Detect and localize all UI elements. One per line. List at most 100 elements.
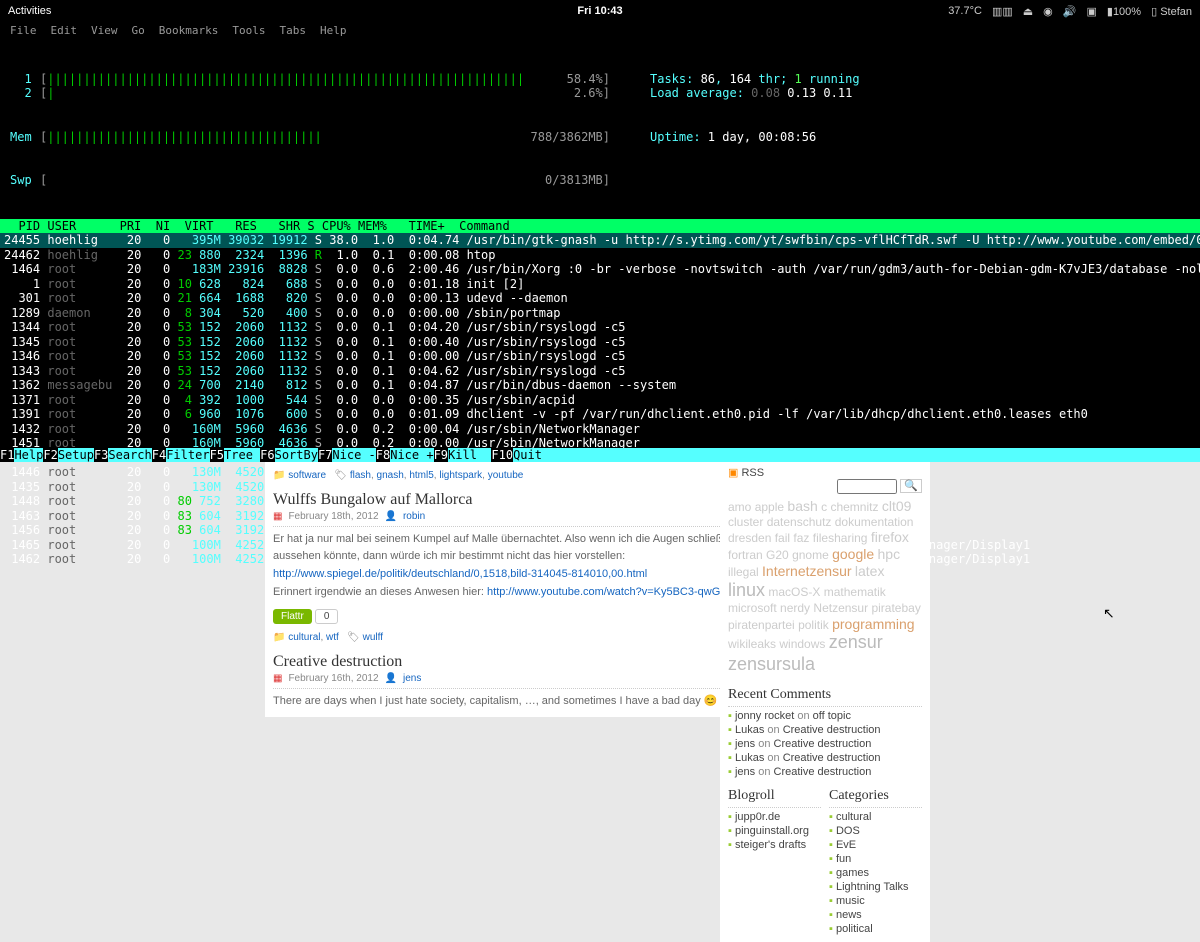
post-author[interactable]: robin — [403, 511, 425, 522]
comment-post-link[interactable]: off topic — [813, 710, 851, 722]
tag-cloud-item[interactable]: politik — [798, 618, 829, 632]
process-row[interactable]: 1432 root 20 0 160M 5960 4636 S 0.0 0.2 … — [0, 422, 1200, 437]
menu-view[interactable]: View — [91, 24, 118, 39]
eject-icon[interactable]: ⏏ — [1023, 5, 1033, 18]
menu-bookmarks[interactable]: Bookmarks — [159, 24, 219, 39]
tag-link[interactable]: wulff — [363, 632, 383, 643]
process-row[interactable]: 301 root 20 0 21 664 1688 820 S 0.0 0.0 … — [0, 291, 1200, 306]
process-row[interactable]: 1 root 20 0 10 628 824 688 S 0.0 0.0 0:0… — [0, 277, 1200, 292]
htop-column-header[interactable]: PID USER PRI NI VIRT RES SHR S CPU% MEM%… — [0, 219, 1200, 234]
tag-cloud-item[interactable]: c — [821, 500, 827, 514]
temperature-indicator[interactable]: 37.7°C — [948, 5, 982, 17]
flattr-button[interactable]: Flattr — [273, 609, 312, 624]
category-link[interactable]: Lightning Talks — [836, 881, 909, 893]
rss-icon[interactable]: ▣ — [728, 467, 738, 479]
external-link[interactable]: http://www.spiegel.de/politik/deutschlan… — [273, 568, 647, 580]
user-menu[interactable]: ▯ Stefan — [1151, 5, 1192, 18]
tag-cloud-item[interactable]: cluster — [728, 515, 763, 529]
tag-cloud-item[interactable]: gnome — [792, 548, 829, 562]
menu-edit[interactable]: Edit — [51, 24, 78, 39]
category-link[interactable]: cultural — [836, 811, 871, 823]
tag-cloud-item[interactable]: dresden — [728, 531, 771, 545]
tag-cloud-item[interactable]: Netzensur — [813, 601, 868, 615]
process-row[interactable]: 1391 root 20 0 6 960 1076 600 S 0.0 0.0 … — [0, 407, 1200, 422]
comment-post-link[interactable]: Creative destruction — [774, 766, 872, 778]
tag-cloud-item[interactable]: zensursula — [728, 654, 815, 674]
category-link[interactable]: music — [836, 895, 865, 907]
comment-post-link[interactable]: Creative destruction — [774, 738, 872, 750]
tag-cloud-item[interactable]: bash — [787, 498, 817, 514]
tag-cloud-item[interactable]: windows — [779, 637, 825, 651]
tag-cloud-item[interactable]: illegal — [728, 565, 759, 579]
process-row[interactable]: 1371 root 20 0 4 392 1000 544 S 0.0 0.0 … — [0, 393, 1200, 408]
tag-cloud-item[interactable]: datenschutz — [767, 515, 832, 529]
tag-cloud-item[interactable]: fail — [775, 531, 790, 545]
tag-cloud-item[interactable]: google — [832, 546, 874, 562]
external-link[interactable]: http://www.youtube.com/watch?v=Ky5BC3-qw… — [487, 586, 729, 598]
volume-icon[interactable]: 🔊 — [1063, 5, 1077, 18]
tag-link[interactable]: cultural — [288, 632, 320, 643]
process-row[interactable]: 1464 root 20 0 183M 23916 8828 S 0.0 0.6… — [0, 262, 1200, 277]
category-link[interactable]: fun — [836, 853, 851, 865]
terminal-window[interactable]: FileEditViewGoBookmarksToolsTabsHelp 1[|… — [0, 22, 1200, 462]
accessibility-icon[interactable]: ◉ — [1043, 5, 1053, 18]
menu-tools[interactable]: Tools — [232, 24, 265, 39]
tag-cloud-item[interactable]: programming — [832, 616, 914, 632]
category-link[interactable]: games — [836, 867, 869, 879]
search-icon[interactable]: 🔍 — [900, 479, 922, 493]
process-row[interactable]: 24462 hoehlig 20 0 23 880 2324 1396 R 1.… — [0, 248, 1200, 263]
process-row[interactable]: 1289 daemon 20 0 8 304 520 400 S 0.0 0.0… — [0, 306, 1200, 321]
process-row[interactable]: 1345 root 20 0 53 152 2060 1132 S 0.0 0.… — [0, 335, 1200, 350]
tag-cloud-item[interactable]: chemnitz — [830, 500, 878, 514]
blogroll-link[interactable]: jupp0r.de — [735, 811, 780, 823]
tag-cloud-item[interactable]: dokumentation — [835, 515, 914, 529]
tag-cloud-item[interactable]: fortran — [728, 548, 763, 562]
folder-link[interactable]: software — [288, 470, 326, 481]
network-icon[interactable]: ▣ — [1086, 5, 1096, 18]
tag-cloud-item[interactable]: faz — [793, 531, 809, 545]
tag-cloud-item[interactable]: piratebay — [871, 601, 920, 615]
terminal-menubar[interactable]: File Edit View Go Bookmarks Tools Tabs Help — [0, 22, 1200, 41]
post-author[interactable]: jens — [403, 673, 421, 684]
tag-cloud-item[interactable]: filesharing — [813, 531, 868, 545]
process-row[interactable]: 1344 root 20 0 53 152 2060 1132 S 0.0 0.… — [0, 320, 1200, 335]
htop-fkeys[interactable]: F1HelpF2SetupF3SearchF4FilterF5Tree F6So… — [0, 448, 1200, 463]
tag-cloud-item[interactable]: mathematik — [824, 585, 886, 599]
menu-tabs[interactable]: Tabs — [279, 24, 306, 39]
process-row[interactable]: 1346 root 20 0 53 152 2060 1132 S 0.0 0.… — [0, 349, 1200, 364]
tag-cloud-item[interactable]: macOS-X — [768, 585, 820, 599]
category-link[interactable]: political — [836, 923, 873, 935]
tag-cloud-item[interactable]: hpc — [878, 546, 901, 562]
tag-link[interactable]: lightspark — [439, 470, 482, 481]
tag-cloud-item[interactable]: nerdy — [780, 601, 810, 615]
tag-cloud-item[interactable]: zensur — [829, 632, 883, 652]
tag-cloud-item[interactable]: apple — [755, 500, 784, 514]
battery-indicator[interactable]: ▮100% — [1107, 5, 1141, 18]
tag-link[interactable]: gnash — [377, 470, 404, 481]
blogroll-link[interactable]: steiger's drafts — [735, 839, 806, 851]
tag-link[interactable]: flash — [350, 470, 371, 481]
tag-link[interactable]: html5 — [409, 470, 433, 481]
menu-go[interactable]: Go — [132, 24, 145, 39]
disk-icon[interactable]: ▥▥ — [992, 5, 1013, 18]
menu-help[interactable]: Help — [320, 24, 347, 39]
search-input[interactable] — [837, 479, 897, 494]
tag-cloud-item[interactable]: microsoft — [728, 601, 777, 615]
process-row[interactable]: 1343 root 20 0 53 152 2060 1132 S 0.0 0.… — [0, 364, 1200, 379]
comment-post-link[interactable]: Creative destruction — [783, 724, 881, 736]
category-link[interactable]: EvE — [836, 839, 856, 851]
tag-cloud-item[interactable]: Internetzensur — [762, 563, 852, 579]
comment-post-link[interactable]: Creative destruction — [783, 752, 881, 764]
menu-file[interactable]: File — [10, 24, 37, 39]
tag-link[interactable]: youtube — [488, 470, 524, 481]
tag-cloud-item[interactable]: amo — [728, 500, 751, 514]
tag-cloud-item[interactable]: wikileaks — [728, 637, 776, 651]
tag-cloud-item[interactable]: linux — [728, 580, 765, 600]
activities-button[interactable]: Activities — [8, 5, 51, 17]
category-link[interactable]: news — [836, 909, 862, 921]
process-row[interactable]: 24455 hoehlig 20 0 395M 39032 19912 S 38… — [0, 233, 1200, 248]
tag-cloud-item[interactable]: G20 — [766, 548, 789, 562]
category-link[interactable]: DOS — [836, 825, 860, 837]
tag-link[interactable]: wtf — [326, 632, 339, 643]
tag-cloud-item[interactable]: firefox — [871, 529, 909, 545]
